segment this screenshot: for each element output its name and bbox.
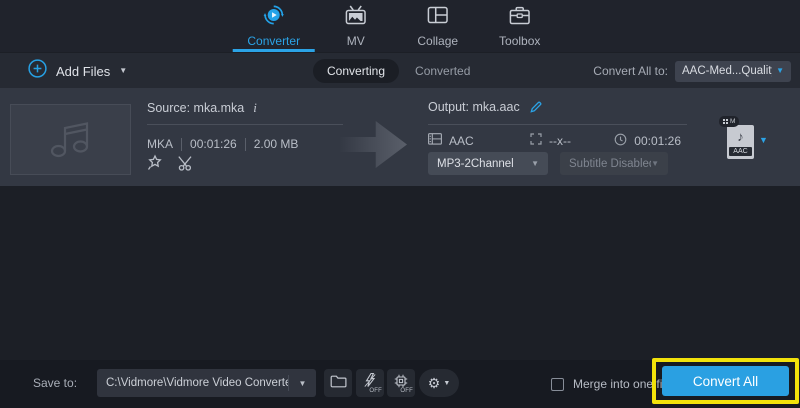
file-thumbnail[interactable]: [10, 104, 131, 175]
nav-tabs: Converter MV Collage Toolbox: [232, 0, 561, 52]
tab-converter[interactable]: Converter: [232, 0, 315, 52]
output-duration-group: 00:01:26: [614, 133, 681, 149]
add-files-caret-icon: ▼: [119, 66, 128, 75]
file-row: Source: mka.mka i MKA 00:01:26 2.00 MB O…: [0, 88, 800, 186]
settings-button[interactable]: ⚙ ▼: [419, 369, 459, 397]
convert-all-to: Convert All to: AAC-Med...Quality ▼: [593, 53, 791, 89]
tab-mv-label: MV: [346, 34, 365, 48]
edit-tools: [146, 154, 195, 171]
convert-all-to-value: AAC-Med...Quality: [682, 65, 773, 77]
output-label: Output: mka.aac: [428, 100, 520, 114]
output-label-row: Output: mka.aac: [428, 100, 543, 114]
tab-converter-label: Converter: [247, 34, 301, 48]
add-plus-icon: [28, 59, 47, 83]
clock-icon: [614, 133, 627, 149]
conversion-arrow: [339, 121, 407, 168]
tab-collage[interactable]: Collage: [397, 0, 479, 52]
open-folder-button[interactable]: [324, 369, 352, 397]
tab-collage-label: Collage: [417, 34, 459, 48]
toolbox-icon: [508, 4, 532, 31]
add-files-label: Add Files: [56, 63, 111, 79]
output-file-type: AAC: [729, 147, 752, 156]
info-icon[interactable]: i: [253, 100, 257, 116]
toolbar: Add Files ▼ Converting Converted Convert…: [0, 52, 800, 88]
audio-preset-select[interactable]: MP3-2Channel ▼: [428, 152, 548, 175]
view-tabs: Converting Converted: [313, 53, 470, 89]
output-format-caret-icon[interactable]: ▼: [759, 135, 768, 145]
convert-all-to-label: Convert All to:: [593, 64, 668, 78]
mv-icon: [344, 4, 368, 31]
source-meta: MKA 00:01:26 2.00 MB: [147, 137, 298, 151]
source-divider: [147, 124, 343, 125]
highlight-box: Convert All: [652, 358, 799, 404]
app-window: Converter MV Collage Toolbox Add Files ▼…: [0, 0, 800, 408]
gpu-off-label: OFF: [400, 388, 413, 394]
audio-preset-caret-icon: ▼: [531, 158, 539, 168]
save-path-caret-icon: ▼: [298, 378, 307, 388]
footer-bar: Save to: C:\Vidmore\Vidmore Video Conver…: [0, 358, 800, 408]
subtitle-value: Subtitle Disabled: [569, 157, 652, 170]
source-duration: 00:01:26: [190, 137, 237, 151]
music-note-icon: [45, 114, 97, 165]
cut-scissors-icon[interactable]: [177, 155, 195, 171]
subtitle-caret-icon: ▼: [651, 158, 659, 168]
converter-icon: [262, 4, 286, 31]
output-resolution: --x--: [549, 133, 571, 148]
effects-edit-icon[interactable]: [146, 154, 163, 171]
add-files-button[interactable]: Add Files ▼: [28, 53, 127, 89]
gear-icon: ⚙: [427, 375, 441, 391]
output-format-badge: M: [719, 116, 740, 127]
badge-text: M: [730, 118, 736, 125]
convert-all-to-select[interactable]: AAC-Med...Quality ▼: [675, 60, 791, 82]
settings-caret-icon: ▼: [443, 379, 451, 387]
folder-icon: [330, 374, 347, 393]
resolution-icon: [530, 133, 542, 148]
badge-dots-icon: [723, 119, 725, 121]
output-divider: [428, 124, 687, 125]
tab-toolbox[interactable]: Toolbox: [479, 0, 561, 52]
convert-all-to-caret-icon: ▼: [776, 66, 784, 75]
file-note-icon: ♪: [737, 129, 744, 144]
save-path-value: C:\Vidmore\Vidmore Video Converter\Conve…: [106, 377, 288, 389]
converting-tab[interactable]: Converting: [313, 59, 400, 83]
high-speed-toggle-button[interactable]: OFF: [356, 369, 384, 397]
file-list-empty-area: [0, 186, 800, 360]
subtitle-select[interactable]: Subtitle Disabled ▼: [560, 152, 668, 175]
output-resolution-group: --x--: [530, 133, 571, 148]
save-to-label: Save to:: [33, 376, 78, 390]
output-format-group: AAC: [428, 133, 474, 148]
merge-checkbox[interactable]: [551, 377, 564, 391]
convert-all-button[interactable]: Convert All: [662, 366, 789, 396]
output-info: AAC --x-- 00:01:26: [428, 133, 687, 149]
source-label: Source: mka.mka: [147, 101, 245, 115]
gpu-toggle-button[interactable]: OFF: [387, 369, 415, 397]
output-format: AAC: [449, 133, 474, 148]
source-label-row: Source: mka.mka i: [147, 100, 257, 116]
output-duration: 00:01:26: [634, 134, 681, 148]
main-nav: Converter MV Collage Toolbox: [0, 0, 800, 52]
save-path-select[interactable]: C:\Vidmore\Vidmore Video Converter\Conve…: [97, 369, 316, 397]
film-icon: [428, 133, 442, 148]
converted-tab[interactable]: Converted: [415, 64, 470, 78]
collage-icon: [426, 4, 450, 31]
separator: [244, 137, 246, 151]
tab-toolbox-label: Toolbox: [499, 34, 541, 48]
source-format: MKA: [147, 137, 174, 151]
audio-preset-value: MP3-2Channel: [437, 157, 514, 170]
output-file-icon: ♪ AAC: [727, 125, 754, 159]
tab-mv[interactable]: MV: [315, 0, 397, 52]
source-size: 2.00 MB: [253, 137, 299, 151]
high-speed-off-label: OFF: [369, 388, 382, 394]
rename-pencil-icon[interactable]: [529, 100, 543, 114]
separator: [181, 137, 183, 151]
